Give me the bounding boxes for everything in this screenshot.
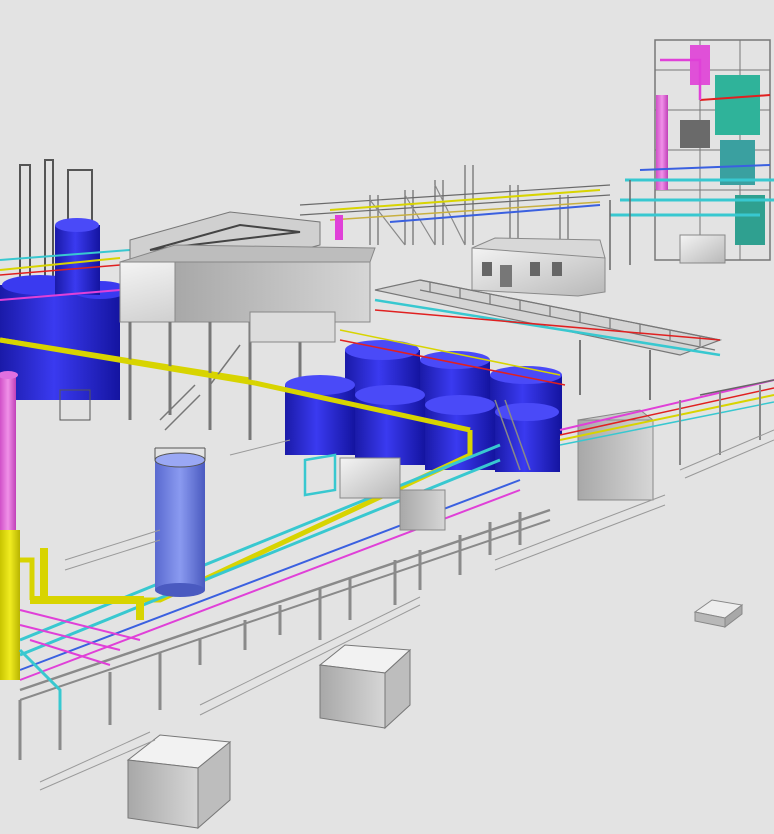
- 3d-model-viewport[interactable]: [0, 0, 774, 834]
- vertical-storage-tank[interactable]: [154, 447, 206, 597]
- control-building[interactable]: [471, 237, 606, 297]
- plant-3d-scene[interactable]: [0, 0, 774, 834]
- utility-shed-right[interactable]: [318, 644, 412, 730]
- utility-shed-left[interactable]: [126, 734, 232, 830]
